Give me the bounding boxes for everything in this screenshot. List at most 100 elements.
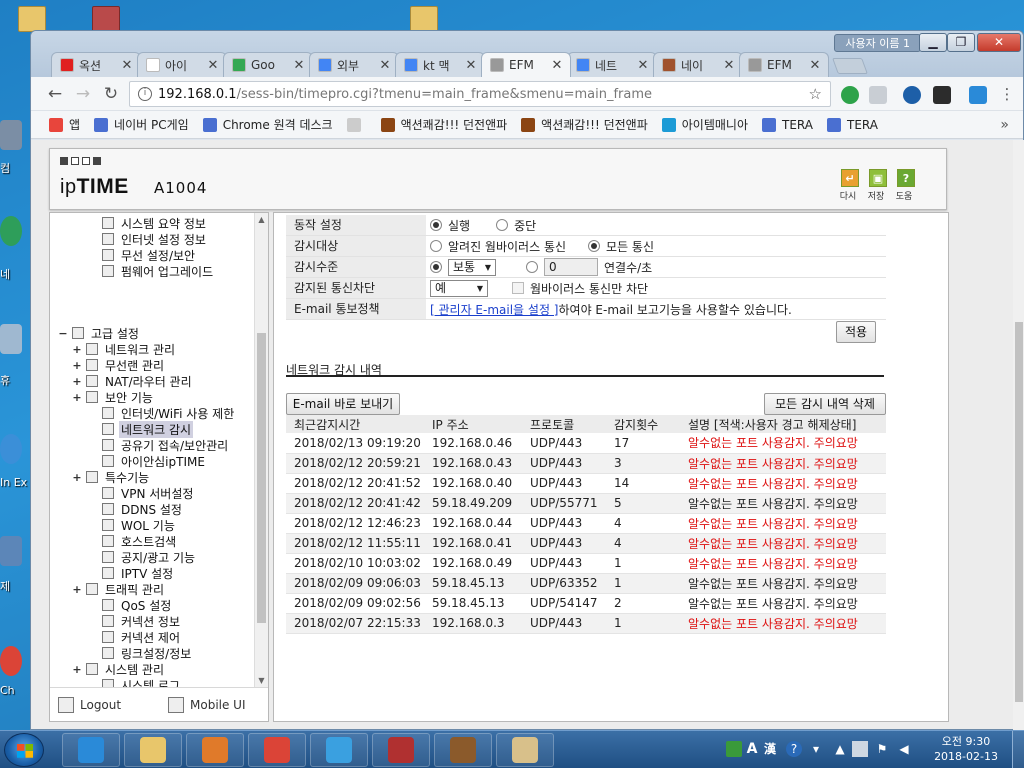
tab-8[interactable]: EFM ✕ [739,52,829,77]
expand-icon[interactable]: − [58,327,68,340]
tree-item[interactable]: + 무선랜 관리 [72,357,166,373]
target-all-radio[interactable] [588,240,601,252]
tab-6[interactable]: 네트 ✕ [567,52,657,77]
bookmark-8[interactable]: TERA [826,117,878,132]
start-button[interactable] [4,733,44,767]
header-reload-button[interactable]: ↵ 다시 [840,169,860,202]
bookmark-7[interactable]: TERA [762,117,813,132]
level-preset-radio[interactable] [430,261,442,273]
tree-item[interactable]: 링크설정/정보 [102,645,193,661]
expand-icon[interactable]: + [72,391,82,404]
taskbar-paint-button[interactable] [496,733,554,767]
tree-item[interactable]: 호스트검색 [102,533,178,549]
taskbar-chrome-button[interactable] [248,733,306,767]
close-button[interactable]: ✕ [977,33,1021,52]
help-icon[interactable]: ? [786,741,802,757]
tree-item[interactable]: 네트워크 감시 [102,420,194,438]
menu-icon[interactable]: ⋮ [997,84,1017,104]
page-scroll-thumb[interactable] [1015,322,1023,702]
tree-item[interactable]: VPN 서버설정 [102,485,195,501]
op-stop-radio[interactable] [496,219,509,231]
header-save-button[interactable]: ▣ 저장 [868,169,888,202]
bookmark-6[interactable]: 아이템매니아 [661,116,748,133]
taskbar-ie-button[interactable] [62,733,120,767]
tree-item[interactable]: 무선 설정/보안 [102,247,197,263]
tab-close-icon[interactable]: ✕ [120,58,134,73]
tree-item[interactable]: − 고급 설정 [58,325,141,341]
send-email-button[interactable]: E-mail 바로 보내기 [286,393,400,415]
extension-icon[interactable] [841,86,859,104]
tab-4[interactable]: kt 맥 ✕ [395,52,485,77]
tab-2[interactable]: Goo ✕ [223,52,313,77]
apply-button[interactable]: 적용 [836,321,876,343]
minimize-button[interactable]: ▁ [919,33,947,52]
info-icon[interactable]: i [138,87,152,101]
ime-options-icon[interactable]: ▾ [808,741,824,757]
expand-icon[interactable]: + [72,359,82,372]
tree-item[interactable]: 시스템 요약 정보 [102,215,208,231]
tree-item[interactable]: WOL 기능 [102,517,177,533]
tab-close-icon[interactable]: ✕ [206,58,220,73]
scroll-thumb[interactable] [257,333,266,623]
tree-item[interactable]: + 시스템 관리 [72,661,166,677]
ime-hanja-icon[interactable]: 漢 [762,741,778,757]
action-center-icon[interactable]: ⚑ [874,741,890,757]
desktop-ie-icon[interactable] [0,434,22,464]
volume-icon[interactable]: ◀ [896,741,912,757]
tab-7[interactable]: 네이 ✕ [653,52,743,77]
mobile-ui-button[interactable]: Mobile UI [168,697,246,713]
desktop-app-icon[interactable] [92,6,120,32]
bookmark-4[interactable]: 액션쾌감!!! 던전앤파 [380,116,507,133]
ime-mode-icon[interactable]: A [744,741,760,757]
tree-item[interactable]: QoS 설정 [102,597,173,613]
extension-icon[interactable] [903,86,921,104]
taskbar-explorer-button[interactable] [124,733,182,767]
expand-icon[interactable]: + [72,343,82,356]
logout-button[interactable]: Logout [58,697,121,713]
tab-5[interactable]: EFM ✕ [481,52,571,77]
tree-item[interactable]: 펌웨어 업그레이드 [102,263,215,279]
tree-item[interactable]: 아이안심ipTIME [102,453,207,469]
bookmark-star-icon[interactable]: ☆ [809,85,822,103]
tray-icon[interactable] [726,741,742,757]
taskbar-media-button[interactable] [186,733,244,767]
block-select[interactable]: 예 ▼ [430,279,488,297]
extension-icon[interactable] [933,86,951,104]
expand-icon[interactable]: + [72,471,82,484]
tree-scrollbar[interactable]: ▲ ▼ [254,213,268,687]
tree-item[interactable]: + 보안 기능 [72,389,155,405]
maximize-button[interactable]: ❐ [947,33,975,52]
tree-item[interactable]: 커넥션 정보 [102,613,182,629]
taskbar-id-button[interactable] [372,733,430,767]
expand-icon[interactable]: + [72,583,82,596]
desktop-control-icon[interactable] [0,536,22,566]
reload-button[interactable]: ↻ [101,84,121,104]
op-run-radio[interactable] [430,219,442,231]
taskbar-game-button[interactable] [434,733,492,767]
tree-item[interactable]: DDNS 설정 [102,501,184,517]
tab-1[interactable]: 아이 ✕ [137,52,227,77]
tree-item[interactable]: + 네트워크 관리 [72,341,177,357]
tab-close-icon[interactable]: ✕ [550,58,564,73]
tree-item[interactable]: + 트래픽 관리 [72,581,166,597]
tab-close-icon[interactable]: ✕ [722,58,736,73]
tab-0[interactable]: 옥션 ✕ [51,52,141,77]
desktop-chrome-icon[interactable] [0,646,22,676]
delete-all-button[interactable]: 모든 감시 내역 삭제 [764,393,886,415]
bookmark-2[interactable]: Chrome 원격 데스크 [202,116,333,133]
tab-close-icon[interactable]: ✕ [636,58,650,73]
tab-close-icon[interactable]: ✕ [808,58,822,73]
network-status-icon[interactable] [852,741,868,757]
desktop-folder-icon[interactable] [410,6,438,32]
tree-item[interactable]: 시스템 로그 [102,677,182,687]
shield-icon[interactable] [969,86,987,104]
level-count-input[interactable]: 0 [544,258,598,276]
tree-item[interactable]: 공유기 접속/보안관리 [102,437,230,453]
desktop-folder-icon[interactable] [18,6,46,32]
tree-item[interactable]: 인터넷 설정 정보 [102,231,208,247]
target-known-radio[interactable] [430,240,442,252]
desktop-computer-icon[interactable] [0,120,22,150]
extension-icon[interactable] [869,86,887,104]
bookmark-0[interactable]: 앱 [49,116,80,133]
forward-button[interactable]: → [73,84,93,104]
